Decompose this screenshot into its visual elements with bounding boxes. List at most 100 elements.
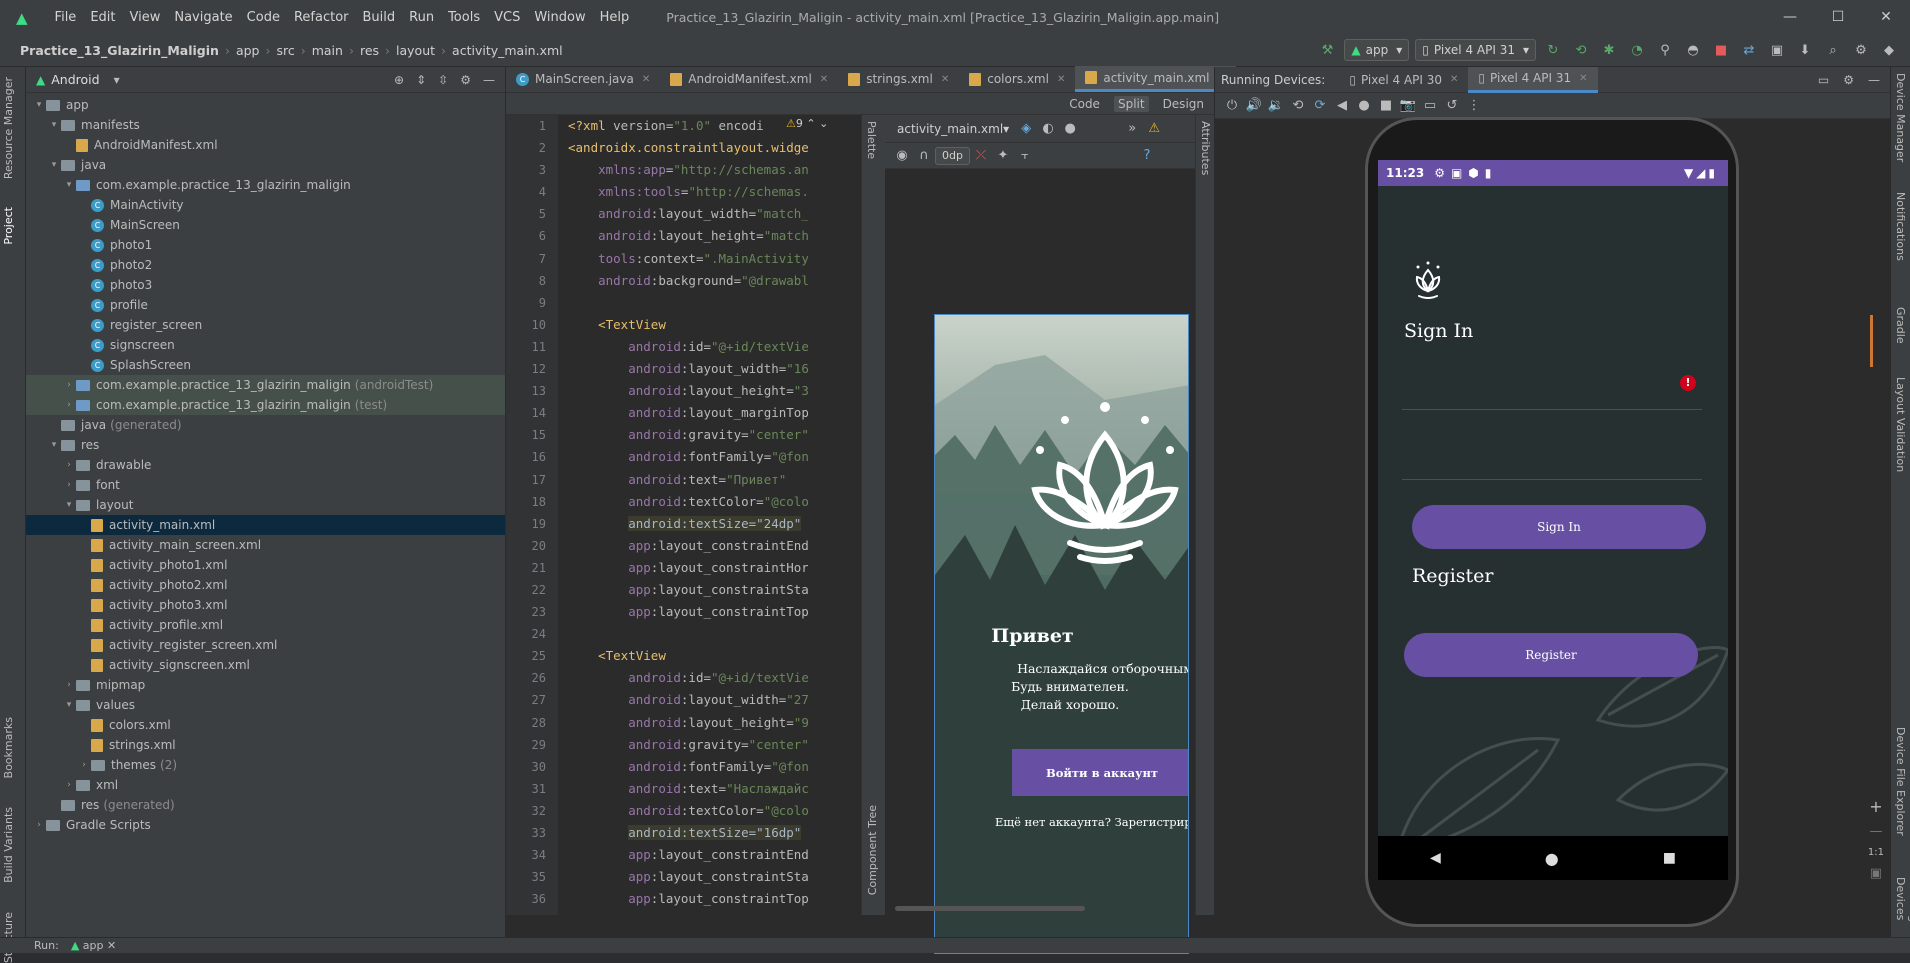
tree-item[interactable]: Cphoto1 — [26, 235, 505, 255]
menu-item-edit[interactable]: Edit — [83, 10, 122, 25]
tree-item[interactable]: › com.example.practice_13_glazirin_maligi… — [26, 375, 505, 395]
run-config-select[interactable]: ▲ app ▾ — [1344, 39, 1410, 61]
tab-device-manager[interactable]: Device Manager — [1894, 73, 1907, 162]
password-field[interactable] — [1402, 425, 1702, 480]
debug-icon[interactable]: ✱ — [1598, 39, 1620, 61]
tab-notifications[interactable]: Notifications — [1894, 192, 1907, 261]
breadcrumb-item[interactable]: app — [236, 43, 260, 58]
close-icon[interactable]: ✕ — [1579, 73, 1587, 84]
file-select[interactable]: activity_main.xml ▾ — [891, 118, 1015, 140]
menu-item-build[interactable]: Build — [356, 10, 403, 25]
tree-item[interactable]: ▾ com.example.practice_13_glazirin_maligi… — [26, 175, 505, 195]
expand-arrow-icon[interactable]: ▾ — [47, 160, 61, 170]
rotate-right-icon[interactable]: ⟳ — [1309, 95, 1331, 117]
tree-item[interactable]: activity_register_screen.xml — [26, 635, 505, 655]
infer-constraints-icon[interactable]: ✦ — [992, 145, 1014, 167]
zoom-actual-button[interactable]: 1:1 — [1868, 847, 1884, 858]
hide-panel-icon[interactable]: — — [1868, 73, 1880, 87]
device-tab-api30[interactable]: ▯ Pixel 4 API 30 ✕ — [1339, 67, 1468, 93]
expand-arrow-icon[interactable]: › — [62, 480, 76, 490]
tree-item[interactable]: strings.xml — [26, 735, 505, 755]
breadcrumb-item[interactable]: src — [276, 43, 294, 58]
expand-arrow-icon[interactable]: › — [62, 680, 76, 690]
tab-resource-manager[interactable]: Resource Manager — [2, 77, 15, 179]
expand-arrow-icon[interactable]: › — [32, 820, 46, 830]
close-icon[interactable]: ✕ — [642, 74, 650, 85]
tree-item[interactable]: activity_photo2.xml — [26, 575, 505, 595]
register-button[interactable]: Register — [1404, 633, 1698, 677]
menu-item-vcs[interactable]: VCS — [487, 10, 527, 25]
warning-icon[interactable]: ⚠ — [1143, 118, 1165, 140]
editor-tab[interactable]: activity_main.xml✕ — [1075, 66, 1236, 92]
menu-item-refactor[interactable]: Refactor — [287, 10, 356, 25]
tree-item[interactable]: › mipmap — [26, 675, 505, 695]
tree-item[interactable]: colors.xml — [26, 715, 505, 735]
tree-item[interactable]: activity_photo1.xml — [26, 555, 505, 575]
profile-icon[interactable]: ◔ — [1626, 39, 1648, 61]
expand-arrow-icon[interactable]: ▾ — [62, 500, 76, 510]
tree-item[interactable]: › Gradle Scripts — [26, 815, 505, 835]
mode-split[interactable]: Split — [1113, 95, 1149, 112]
signin-button[interactable]: Sign In — [1412, 505, 1706, 549]
tree-item[interactable]: activity_signscreen.xml — [26, 655, 505, 675]
breadcrumb-item[interactable]: layout — [396, 43, 435, 58]
tree-item[interactable]: activity_main_screen.xml — [26, 535, 505, 555]
tree-item[interactable]: Cprofile — [26, 295, 505, 315]
layers-icon[interactable]: ◈ — [1015, 118, 1037, 140]
sdk-manager-icon[interactable]: ⬇ — [1794, 39, 1816, 61]
tree-item[interactable]: Cphoto3 — [26, 275, 505, 295]
tab-build-variants[interactable]: Build Variants — [2, 807, 15, 883]
expand-arrow-icon[interactable]: › — [62, 460, 76, 470]
expand-arrow-icon[interactable]: › — [62, 380, 76, 390]
more-icon[interactable]: » — [1121, 118, 1143, 140]
help-icon[interactable]: ? — [1136, 145, 1158, 167]
attach-debugger-icon[interactable]: ⚲ — [1654, 39, 1676, 61]
nav-back-icon[interactable]: ◀ — [1430, 850, 1441, 866]
menu-item-view[interactable]: View — [123, 10, 168, 25]
tree-item[interactable]: java (generated) — [26, 415, 505, 435]
expand-arrow-icon[interactable]: ▾ — [47, 120, 61, 130]
editor-tab[interactable]: strings.xml ✕ — [838, 66, 959, 92]
coverage-icon[interactable]: ◓ — [1682, 39, 1704, 61]
power-icon[interactable]: ⏻ — [1221, 95, 1243, 117]
mode-code[interactable]: Code — [1065, 96, 1104, 112]
editor-tab[interactable]: AndroidManifest.xml ✕ — [660, 66, 838, 92]
tree-item[interactable]: › com.example.practice_13_glazirin_maligi… — [26, 395, 505, 415]
maximize-icon[interactable]: ☐ — [1814, 0, 1862, 35]
menu-item-run[interactable]: Run — [402, 10, 441, 25]
more-vert-icon[interactable]: ⋮ — [1463, 95, 1485, 117]
ide-logo-icon[interactable]: ◆ — [1878, 39, 1900, 61]
breadcrumb-item[interactable]: main — [312, 43, 343, 58]
editor-tab[interactable]: C MainScreen.java ✕ — [506, 66, 660, 92]
sync-gradle-icon[interactable]: ⇄ — [1738, 39, 1760, 61]
hide-panel-icon[interactable]: — — [483, 73, 495, 87]
close-icon[interactable]: ✕ — [1450, 74, 1458, 85]
tab-device-file-explorer[interactable]: Device File Explorer — [1894, 727, 1907, 836]
screenshot-icon[interactable]: 📷 — [1397, 95, 1419, 117]
horizontal-scrollbar[interactable] — [895, 906, 1085, 911]
breadcrumb-item[interactable]: Practice_13_Glazirin_Maligin — [20, 43, 219, 58]
chevron-down-icon[interactable]: ▾ — [114, 73, 120, 87]
magnet-icon[interactable]: ∩ — [913, 145, 935, 167]
project-view-select[interactable]: Android — [51, 72, 99, 87]
back-icon[interactable]: ◀ — [1331, 95, 1353, 117]
tree-item[interactable]: › drawable — [26, 455, 505, 475]
rerun-icon[interactable]: ↻ — [1542, 39, 1564, 61]
eye-icon[interactable]: ◉ — [891, 145, 913, 167]
tab-running-devices[interactable]: Running Devices — [1894, 877, 1910, 937]
collapse-all-icon[interactable]: ⇳ — [438, 73, 448, 87]
tree-item[interactable]: ▾ java — [26, 155, 505, 175]
expand-arrow-icon[interactable]: › — [77, 760, 91, 770]
email-field[interactable] — [1402, 355, 1702, 410]
rotate-left-icon[interactable]: ⟲ — [1287, 95, 1309, 117]
close-icon[interactable]: ✕ — [1057, 74, 1065, 85]
run-config-tab[interactable]: ▲ app ✕ — [71, 939, 116, 952]
screen-record-icon[interactable]: ▭ — [1419, 95, 1441, 117]
menu-item-tools[interactable]: Tools — [441, 10, 487, 25]
search-icon[interactable]: ⌕ — [1822, 39, 1844, 61]
tree-item[interactable]: Csignscreen — [26, 335, 505, 355]
night-mode-icon[interactable]: ◐ — [1037, 118, 1059, 140]
home-icon[interactable]: ● — [1353, 95, 1375, 117]
zoom-fit-icon[interactable]: ▣ — [1870, 866, 1882, 881]
tab-layout-validation[interactable]: Layout Validation — [1894, 377, 1907, 472]
